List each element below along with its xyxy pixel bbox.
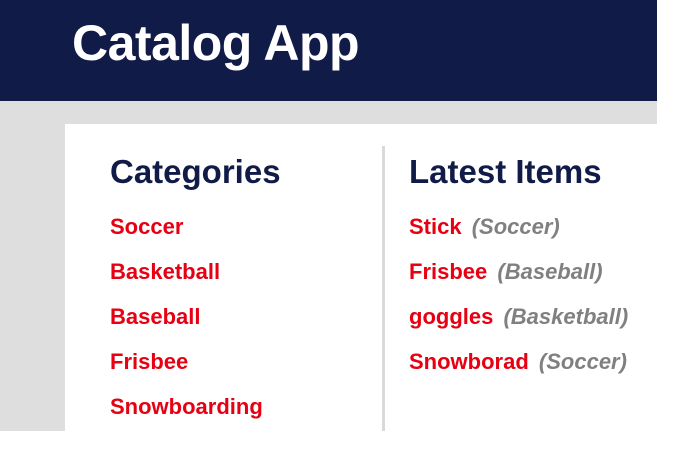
latest-item-link-snowborad[interactable]: Snowborad: [409, 349, 529, 374]
column-divider: [382, 146, 385, 431]
category-item-snowboarding: Snowboarding: [110, 392, 263, 437]
latest-item-category: (Basketball): [503, 304, 629, 329]
latest-items-heading: Latest Items: [409, 153, 602, 190]
app-title-link[interactable]: Catalog App: [72, 14, 360, 72]
category-link-snowboarding[interactable]: Snowboarding: [110, 394, 263, 419]
category-link-basketball[interactable]: Basketball: [110, 259, 220, 284]
category-link-baseball[interactable]: Baseball: [110, 304, 201, 329]
latest-item-category: (Soccer): [471, 214, 560, 239]
latest-item: Frisbee (Baseball): [409, 257, 628, 302]
categories-heading: Categories: [110, 153, 281, 190]
category-item-frisbee: Frisbee: [110, 347, 263, 392]
latest-items-list: Stick (Soccer) Frisbee (Baseball) goggle…: [409, 212, 628, 392]
latest-item-category: (Soccer): [538, 349, 627, 374]
category-item-baseball: Baseball: [110, 302, 263, 347]
latest-item-link-stick[interactable]: Stick: [409, 214, 462, 239]
app-header: Catalog App: [0, 0, 657, 101]
category-item-basketball: Basketball: [110, 257, 263, 302]
latest-item-category: (Baseball): [497, 259, 603, 284]
category-link-frisbee[interactable]: Frisbee: [110, 349, 188, 374]
category-link-soccer[interactable]: Soccer: [110, 214, 183, 239]
categories-list: Soccer Basketball Baseball Frisbee Snowb…: [110, 212, 263, 437]
latest-item: Snowborad (Soccer): [409, 347, 628, 392]
latest-item-link-goggles[interactable]: goggles: [409, 304, 493, 329]
latest-item: Stick (Soccer): [409, 212, 628, 257]
latest-item: goggles (Basketball): [409, 302, 628, 347]
category-item-soccer: Soccer: [110, 212, 263, 257]
latest-item-link-frisbee[interactable]: Frisbee: [409, 259, 487, 284]
